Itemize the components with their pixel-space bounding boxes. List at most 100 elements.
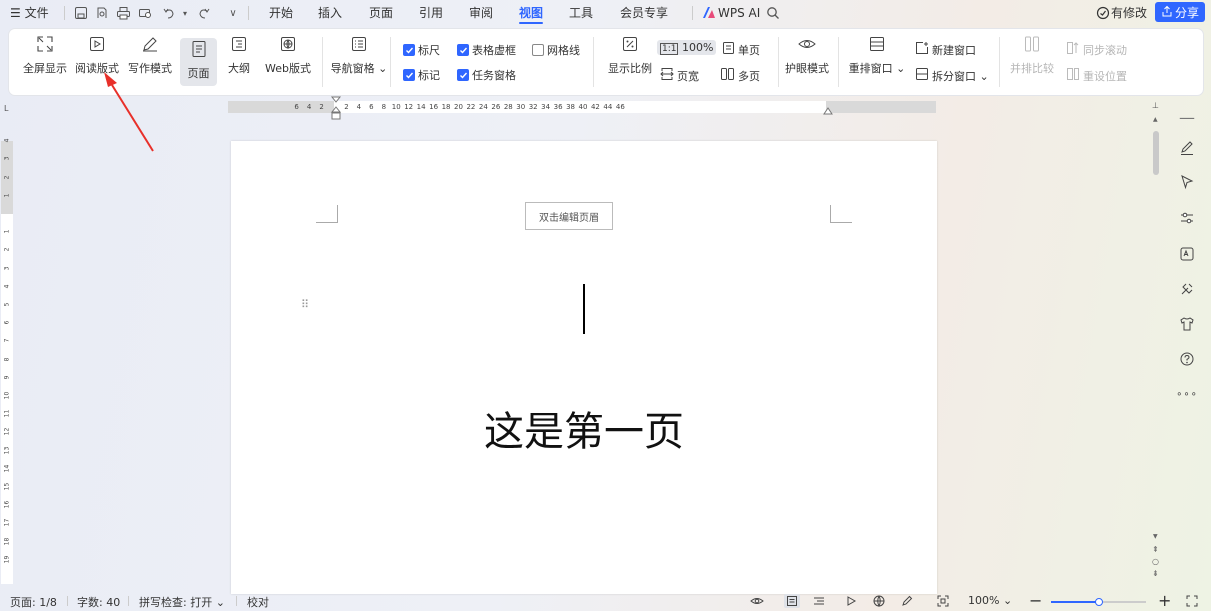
document-body-text[interactable]: 这是第一页 <box>231 399 937 457</box>
outline-status-icon[interactable] <box>811 594 827 608</box>
tab-tools[interactable]: 工具 <box>569 4 593 22</box>
split-window-button[interactable]: 拆分窗口 ⌄ <box>915 67 989 84</box>
tab-reference[interactable]: 引用 <box>419 4 443 22</box>
zoom-in-icon[interactable]: + <box>1158 591 1171 610</box>
page-indicator[interactable]: 页面: 1/8 <box>10 594 57 610</box>
fullscreen-button[interactable]: 全屏显示 <box>21 29 69 91</box>
zoom-out-icon[interactable]: − <box>1029 591 1042 610</box>
ruler-tick-label: 6 <box>3 320 11 325</box>
select-cursor-icon[interactable] <box>1177 172 1197 192</box>
header-edit-tip[interactable]: 双击编辑页眉 <box>525 202 613 230</box>
zoom-dropdown[interactable]: 100% ⌄ <box>968 594 1012 607</box>
divider <box>999 37 1000 87</box>
ruler-tick-label: 4 <box>306 103 312 111</box>
translate-icon[interactable] <box>1177 244 1197 264</box>
split-window-icon <box>915 67 929 84</box>
right-indent-marker-icon[interactable] <box>823 106 833 116</box>
zoom-slider-knob[interactable] <box>1094 598 1103 606</box>
scroll-down-icon[interactable]: ▼ <box>1153 533 1158 540</box>
share-button[interactable]: 分享 <box>1155 2 1205 22</box>
tab-home[interactable]: 开始 <box>269 4 293 22</box>
active-tab-indicator <box>519 22 543 24</box>
eye-protection-button[interactable]: 护眼模式 <box>782 29 832 91</box>
document-page[interactable]: 双击编辑页眉 ⠿ 这是第一页 <box>231 141 937 594</box>
tools-icon[interactable] <box>1177 279 1197 299</box>
proofread-button[interactable]: 校对 <box>247 594 269 610</box>
outline-button[interactable]: 大纲 <box>223 29 255 91</box>
undo-dropdown-icon[interactable]: ▾ <box>176 3 194 23</box>
next-page-icon[interactable]: ⇟ <box>1152 569 1159 578</box>
web-layout-button[interactable]: Web版式 <box>263 29 313 91</box>
print-icon[interactable] <box>114 3 132 23</box>
single-page-button[interactable]: 单页 <box>722 41 760 58</box>
vertical-scrollbar[interactable]: ⊥ ▲ ▼ ⇞ ○ ⇟ <box>1150 101 1162 585</box>
edit-pen-icon[interactable] <box>1177 138 1197 158</box>
tab-stop-selector[interactable]: L <box>4 104 8 113</box>
fullscreen-status-icon[interactable] <box>1184 594 1200 608</box>
eye-protection-icon[interactable] <box>749 594 765 608</box>
table-gridlines-checkbox[interactable]: 表格虚框 <box>457 42 516 58</box>
fit-page-icon[interactable] <box>935 594 951 608</box>
zoom-100-label: 100% <box>681 41 714 54</box>
wps-ai-button[interactable]: WPS AI <box>718 4 760 22</box>
indent-marker-icon[interactable] <box>330 96 342 122</box>
markup-checkbox[interactable]: 标记 <box>403 67 440 83</box>
more-icon[interactable]: ∘∘∘ <box>1176 384 1197 404</box>
tab-insert[interactable]: 插入 <box>318 4 342 22</box>
navigation-pane-button[interactable]: 导航窗格 ⌄ <box>331 29 387 91</box>
page-view-button[interactable]: 页面 <box>180 38 217 86</box>
page-width-button[interactable]: 页宽 <box>660 67 699 84</box>
file-menu[interactable]: ☰ 文件 <box>10 4 49 22</box>
browse-object-icon[interactable]: ○ <box>1152 557 1159 566</box>
tab-page[interactable]: 页面 <box>369 4 393 22</box>
task-pane-checkbox[interactable]: 任务窗格 <box>457 67 516 83</box>
prev-page-icon[interactable]: ⇞ <box>1152 545 1159 554</box>
arrange-windows-button[interactable]: 重排窗口 ⌄ <box>848 29 906 91</box>
spell-check-toggle[interactable]: 拼写检查: 打开 ⌄ <box>139 594 225 610</box>
zoom-ratio-button[interactable]: 显示比例 <box>605 29 655 91</box>
web-view-icon[interactable] <box>871 594 887 608</box>
vertical-ruler[interactable]: 4 3 2 1 1 2 3 4 5 6 7 8 9 10 11 12 13 14 15 16 17 18 19 <box>1 139 13 584</box>
tab-review[interactable]: 审阅 <box>469 4 493 22</box>
more-dropdown-icon[interactable]: ∨ <box>224 3 242 23</box>
save-icon[interactable] <box>72 3 90 23</box>
single-page-icon <box>722 41 735 58</box>
print-preview-icon[interactable] <box>136 3 154 23</box>
play-icon[interactable] <box>843 594 859 608</box>
search-icon[interactable] <box>764 3 782 23</box>
divider <box>64 6 65 20</box>
scroll-up-icon[interactable]: ▲ <box>1153 116 1158 123</box>
writing-mode-button[interactable]: 写作模式 <box>125 29 175 91</box>
tab-view[interactable]: 视图 <box>519 4 543 22</box>
export-icon[interactable] <box>93 3 111 23</box>
globe-icon <box>277 33 299 55</box>
tab-member[interactable]: 会员专享 <box>620 4 668 22</box>
clothing-icon[interactable] <box>1177 314 1197 334</box>
ruler-tick-label: 5 <box>3 302 11 307</box>
gridlines-checkbox[interactable]: 网格线 <box>532 42 580 58</box>
crop-mark <box>316 205 338 223</box>
collapse-icon[interactable]: — <box>1177 107 1197 127</box>
drag-handle-icon[interactable]: ⠿ <box>301 299 309 310</box>
redo-icon[interactable] <box>195 3 213 23</box>
zoom-100-button[interactable]: 1:1 100% <box>657 40 717 55</box>
zoom-slider[interactable] <box>1051 598 1146 606</box>
ruler-toggle-icon[interactable]: ⊥ <box>1152 101 1159 110</box>
file-menu-label: 文件 <box>24 6 49 20</box>
zoom-ratio-icon <box>619 33 641 55</box>
ruler-tick-label: 17 <box>3 519 11 527</box>
modified-status[interactable]: 有修改 <box>1111 4 1147 22</box>
outline-icon <box>228 33 250 55</box>
page-view-status-icon[interactable] <box>784 594 800 608</box>
ruler-checkbox[interactable]: 标尺 <box>403 42 440 58</box>
new-window-button[interactable]: 新建窗口 <box>915 41 976 58</box>
reading-layout-button[interactable]: 阅读版式 <box>73 29 121 91</box>
word-count[interactable]: 字数: 40 <box>77 594 120 610</box>
checkbox-checked-icon <box>403 69 415 81</box>
scrollbar-thumb[interactable] <box>1153 131 1159 175</box>
help-icon[interactable] <box>1177 349 1197 369</box>
write-mode-icon[interactable] <box>899 594 915 608</box>
cloud-sync-icon <box>1094 3 1112 23</box>
adjust-sliders-icon[interactable] <box>1177 208 1197 228</box>
multi-page-button[interactable]: 多页 <box>720 67 760 84</box>
